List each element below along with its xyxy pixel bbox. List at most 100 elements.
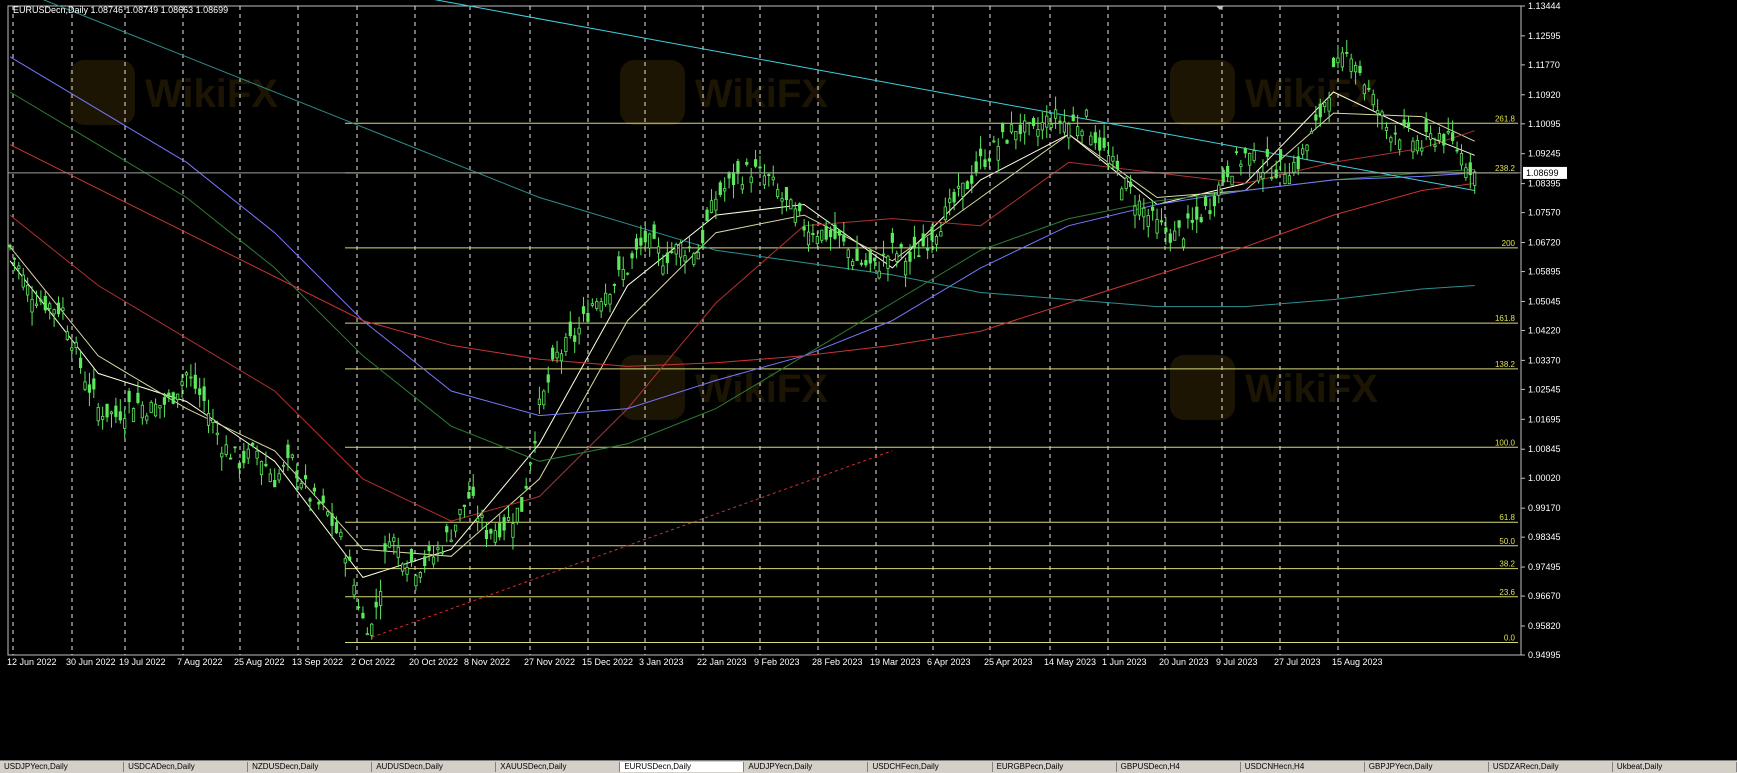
candle-body: [1111, 155, 1115, 162]
candle-body: [458, 508, 462, 515]
chart-tab[interactable]: NZDUSDecn,Daily: [248, 762, 373, 772]
candle-body: [365, 633, 369, 636]
candle-body: [701, 229, 705, 244]
candle-body: [1402, 119, 1406, 126]
price-chart[interactable]: WikiFX WikiFX WikiFX WikiFX WikiFX 12 Jun 202…: [0, 0, 1737, 760]
candle-body: [837, 229, 842, 236]
candle-body: [828, 229, 833, 238]
candle-body: [868, 250, 872, 264]
candle-body: [1168, 233, 1172, 243]
candle-body: [476, 517, 480, 522]
candle-body: [1309, 131, 1314, 134]
fib-level-label: 100.0: [1495, 438, 1516, 447]
y-tick-label: 1.04220: [1528, 325, 1561, 335]
candle-body: [1301, 148, 1305, 155]
candle-body: [1137, 200, 1142, 216]
candle-body: [842, 234, 846, 242]
candle-body: [626, 272, 630, 275]
chart-tab[interactable]: USDCNHecn,H4: [1241, 762, 1365, 772]
candle-body: [520, 496, 524, 512]
y-tick-label: 0.95820: [1528, 621, 1561, 631]
fib-level-label: 161.8: [1495, 314, 1516, 323]
candle-body: [1451, 132, 1455, 141]
candle-body: [1239, 163, 1243, 167]
candle-body: [1173, 230, 1177, 241]
chart-tab[interactable]: GBPUSDecn,H4: [1117, 762, 1241, 772]
x-tick-label: 30 Jun 2022: [66, 657, 116, 667]
candle-body: [687, 246, 692, 249]
candle-body: [568, 321, 572, 337]
candle-body: [573, 335, 577, 342]
y-tick-label: 1.05895: [1528, 267, 1561, 277]
candle-body: [912, 236, 917, 249]
candle-body: [326, 511, 330, 516]
chart-tab[interactable]: USDJPYecn,Daily: [0, 762, 125, 772]
candle-body: [1318, 103, 1322, 118]
candle-body: [612, 283, 617, 286]
x-tick-label: 25 Apr 2023: [984, 657, 1033, 667]
chart-tab[interactable]: USDCHFecn,Daily: [869, 762, 993, 772]
candle-body: [48, 303, 52, 309]
watermark-logo-badge: [1170, 355, 1235, 420]
y-tick-label: 1.10095: [1528, 119, 1561, 129]
candle-body: [1076, 126, 1080, 137]
candle-body: [564, 337, 568, 352]
candle-body: [992, 140, 996, 143]
candle-body: [983, 159, 987, 167]
candle-body: [1367, 88, 1371, 90]
chart-tab[interactable]: GBPJPYecn,Daily: [1365, 762, 1489, 772]
candle-body: [974, 161, 978, 173]
candle-body: [656, 246, 661, 254]
candle-body: [1124, 177, 1128, 189]
candle-body: [705, 209, 709, 221]
candle-body: [1115, 160, 1119, 170]
chart-tab[interactable]: USDCADecn,Daily: [124, 762, 249, 772]
chart-tab[interactable]: AUDJPYecn,Daily: [744, 762, 869, 772]
candle-body: [551, 347, 555, 360]
candle-body: [956, 185, 961, 189]
candle-body: [246, 448, 250, 459]
candle-body: [361, 612, 365, 619]
candle-body: [943, 206, 947, 221]
candle-body: [1336, 57, 1340, 64]
candle-body: [114, 405, 118, 417]
candle-body: [1018, 124, 1022, 135]
x-tick-label: 7 Aug 2022: [177, 657, 223, 667]
candle-body: [1071, 114, 1075, 122]
candle-body: [533, 440, 537, 444]
chart-tab[interactable]: USDZARecn,Daily: [1489, 762, 1613, 772]
candle-body: [678, 242, 683, 258]
candle-body: [449, 539, 453, 542]
candle-body: [286, 444, 290, 458]
candle-body: [652, 224, 656, 239]
candle-body: [1142, 207, 1146, 218]
y-tick-label: 0.94995: [1528, 650, 1561, 660]
chart-tab[interactable]: AUDUSDecn,Daily: [372, 762, 497, 772]
candle-body: [851, 260, 855, 267]
candle-body: [189, 376, 193, 379]
candle-body: [939, 231, 943, 237]
chart-tab[interactable]: EURUSDecn,Daily: [620, 762, 745, 772]
y-tick-label: 1.00020: [1528, 473, 1561, 483]
candle-body: [1340, 52, 1344, 68]
candle-body: [1062, 121, 1067, 133]
candle-body: [471, 486, 475, 496]
chart-tab[interactable]: XAUUSDecn,Daily: [496, 762, 621, 772]
candle-body: [855, 248, 859, 261]
candle-body: [643, 230, 647, 243]
candle-body: [281, 464, 286, 467]
candle-body: [1080, 130, 1084, 137]
candle-body: [1023, 120, 1027, 133]
candle-body: [224, 444, 228, 455]
candle-body: [1067, 123, 1071, 139]
candle-body: [1278, 149, 1283, 160]
candle-body: [453, 524, 458, 532]
chart-tab[interactable]: EURGBPecn,Daily: [993, 762, 1117, 772]
candle-body: [1155, 219, 1159, 234]
candle-body: [237, 463, 242, 469]
candle-body: [277, 473, 281, 481]
x-tick-label: 1 Jun 2023: [1102, 657, 1147, 667]
chart-tab[interactable]: Ukbeat,Daily: [1613, 762, 1737, 772]
fib-level-label: 0.0: [1504, 634, 1516, 643]
candle-body: [621, 269, 625, 280]
